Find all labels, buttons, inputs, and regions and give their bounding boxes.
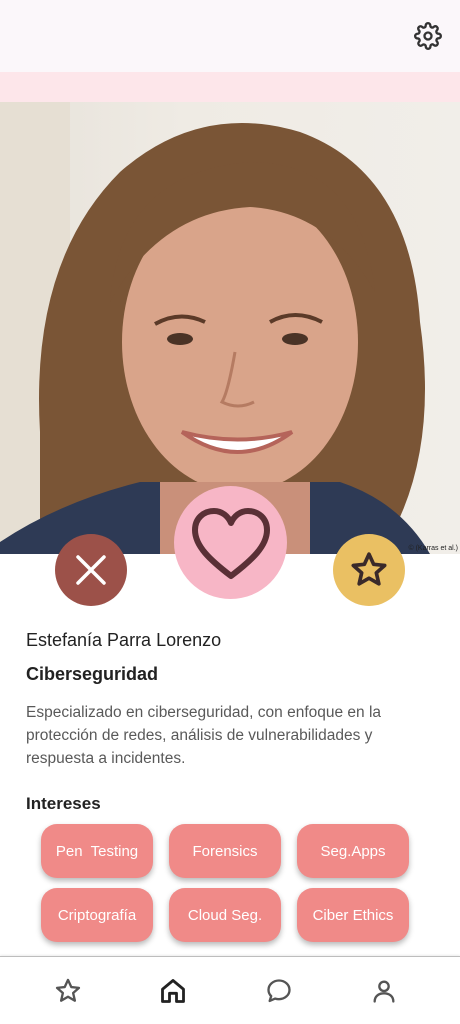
heart-icon — [191, 507, 270, 579]
profile-name: Estefanía Parra Lorenzo — [26, 630, 222, 650]
interest-chip[interactable]: Forensics — [169, 824, 281, 878]
nav-profile[interactable] — [366, 973, 402, 1009]
close-icon — [76, 555, 106, 585]
nav-chat[interactable] — [261, 973, 297, 1009]
interest-chip[interactable]: Criptografía — [41, 888, 153, 942]
star-icon — [351, 552, 387, 586]
profile-field: Ciberseguridad — [26, 664, 159, 684]
interest-chip[interactable]: Seg.Apps — [297, 824, 409, 878]
home-icon — [161, 979, 185, 1003]
superlike-button[interactable] — [333, 534, 405, 606]
interest-chip[interactable]: Cloud Seg. — [169, 888, 281, 942]
interest-chip[interactable]: Ciber Ethics — [297, 888, 409, 942]
profile-description: Especializado en ciberseguridad, con enf… — [26, 704, 382, 767]
star-icon — [55, 978, 81, 1002]
chat-icon — [267, 979, 291, 1003]
nav-home[interactable] — [155, 973, 191, 1009]
like-button[interactable] — [174, 486, 287, 599]
top-accent-band — [0, 72, 460, 102]
interests-title: Intereses — [26, 794, 101, 813]
user-icon — [373, 980, 395, 1003]
interest-chip[interactable]: Pen Testing — [41, 824, 153, 878]
gear-icon[interactable] — [414, 22, 442, 50]
profile-screen: © (Karras et al.) Estefanía Parra Lorenz… — [0, 0, 460, 1024]
top-bar — [0, 0, 460, 72]
interests-list: Pen Testing Forensics Seg.Apps Criptogra… — [41, 824, 421, 942]
photo-credit: © (Karras et al.) — [408, 545, 458, 552]
dislike-button[interactable] — [55, 534, 127, 606]
bottom-nav — [0, 956, 460, 1024]
nav-favorites[interactable] — [50, 973, 86, 1009]
